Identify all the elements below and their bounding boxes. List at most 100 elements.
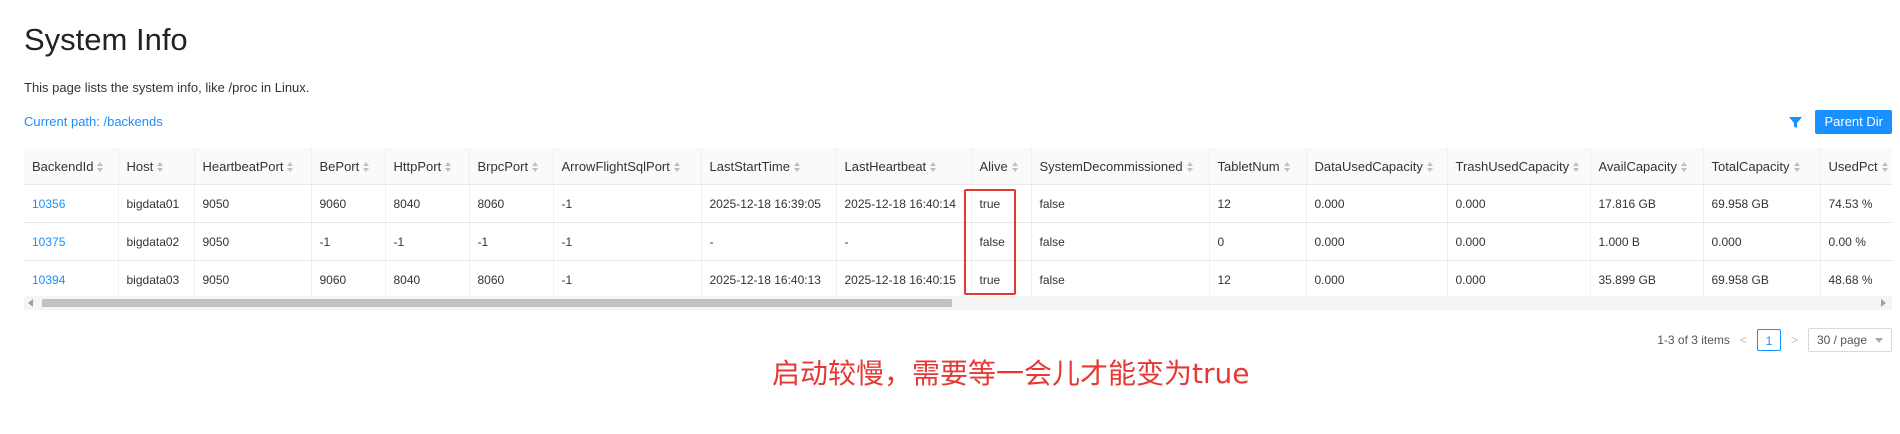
sort-icon[interactable] (157, 161, 164, 172)
table-cell: -1 (469, 222, 554, 261)
table-cell: 2025-12-18 16:39:05 (701, 184, 837, 223)
column-header[interactable]: HeartbeatPort (194, 148, 312, 185)
column-header[interactable]: TotalCapacity (1703, 148, 1821, 185)
column-header-label: UsedPct (1828, 159, 1878, 175)
table-cell: 0.000 (1447, 260, 1591, 299)
backend-id-link[interactable]: 10375 (24, 222, 119, 261)
page-size-value: 30 / page (1816, 333, 1867, 347)
table-cell: 0.000 (1447, 222, 1591, 261)
page-size-select[interactable]: 30 / page (1807, 328, 1892, 352)
sort-icon[interactable] (930, 161, 937, 172)
column-header[interactable]: TrashUsedCapacity (1447, 148, 1591, 185)
scrollbar-thumb[interactable] (42, 299, 952, 307)
table-cell: -1 (311, 222, 386, 261)
column-header[interactable]: LastHeartbeat (836, 148, 972, 185)
column-header[interactable]: BePort (311, 148, 386, 185)
table-cell: 1.000 B (1590, 222, 1704, 261)
column-header[interactable]: LastStartTime (701, 148, 837, 185)
backends-table: BackendId Host HeartbeatPort BePort HttpPort… (24, 148, 1892, 299)
current-page-button[interactable]: 1 (1756, 329, 1781, 351)
table-cell: 17.816 GB (1590, 184, 1704, 223)
column-header-label: TotalCapacity (1711, 159, 1790, 175)
table-cell: 12 (1209, 260, 1307, 299)
table-cell: bigdata01 (118, 184, 195, 223)
table-cell: 48.68 % (1820, 260, 1892, 299)
filter-icon[interactable] (1787, 114, 1803, 130)
table-cell: -1 (553, 184, 702, 223)
column-header[interactable]: SystemDecommissioned (1031, 148, 1210, 185)
table-cell: -1 (553, 260, 702, 299)
page-description: This page lists the system info, like /p… (24, 80, 310, 95)
column-header-label: LastHeartbeat (844, 159, 927, 175)
sort-icon[interactable] (1283, 161, 1290, 172)
table-cell: 8060 (469, 184, 554, 223)
table-cell: 0.000 (1306, 184, 1448, 223)
column-header-label: Host (126, 159, 154, 175)
column-header-label: HttpPort (393, 159, 442, 175)
column-header[interactable]: BrpcPort (469, 148, 554, 185)
column-header[interactable]: ArrowFlightSqlPort (553, 148, 702, 185)
table-cell: false (1031, 260, 1210, 299)
column-header[interactable]: HttpPort (385, 148, 470, 185)
sort-icon[interactable] (1186, 161, 1193, 172)
sort-icon[interactable] (1793, 161, 1800, 172)
table-cell: true (971, 184, 1032, 223)
column-header[interactable]: UsedPct (1820, 148, 1892, 185)
table-cell: 0.00 % (1820, 222, 1892, 261)
sort-icon[interactable] (673, 161, 680, 172)
sort-icon[interactable] (1573, 161, 1580, 172)
backend-id-link[interactable]: 10394 (24, 260, 119, 299)
table-cell: -1 (553, 222, 702, 261)
scroll-left-arrow-icon[interactable] (28, 299, 33, 307)
table-cell: 9060 (311, 260, 386, 299)
table-header-row: BackendId Host HeartbeatPort BePort HttpPort… (24, 148, 1892, 185)
table-cell: 0.000 (1703, 222, 1821, 261)
table-cell: -1 (385, 222, 470, 261)
column-header[interactable]: Alive (971, 148, 1032, 185)
sort-icon[interactable] (1011, 161, 1018, 172)
scroll-right-arrow-icon[interactable] (1881, 299, 1886, 307)
column-header-label: TabletNum (1217, 159, 1280, 175)
column-header[interactable]: Host (118, 148, 195, 185)
sort-icon[interactable] (793, 161, 800, 172)
toolbar: Parent Dir (1787, 110, 1892, 134)
column-header[interactable]: BackendId (24, 148, 119, 185)
sort-icon[interactable] (1681, 161, 1688, 172)
column-header-label: BePort (319, 159, 360, 175)
column-header-label: HeartbeatPort (202, 159, 284, 175)
table-cell: 0 (1209, 222, 1307, 261)
column-header[interactable]: AvailCapacity (1590, 148, 1704, 185)
table-row: 10375 bigdata02 9050 -1 -1 -1 -1- - false false 0 0… (24, 222, 1892, 261)
backend-id-link[interactable]: 10356 (24, 184, 119, 223)
column-header[interactable]: TabletNum (1209, 148, 1307, 185)
column-header-label: AvailCapacity (1598, 159, 1678, 175)
horizontal-scrollbar[interactable] (24, 296, 1892, 310)
current-path-link[interactable]: Current path: /backends (24, 114, 163, 129)
table-cell: bigdata02 (118, 222, 195, 261)
column-header-label: ArrowFlightSqlPort (561, 159, 670, 175)
table-cell: 8040 (385, 184, 470, 223)
table-cell: false (1031, 184, 1210, 223)
column-header-label: Alive (979, 159, 1008, 175)
sort-icon[interactable] (532, 161, 539, 172)
sort-icon[interactable] (1881, 161, 1888, 172)
table-cell: 8040 (385, 260, 470, 299)
sort-icon[interactable] (97, 161, 104, 172)
prev-page-icon[interactable]: < (1740, 333, 1747, 347)
pagination-summary: 1-3 of 3 items (1657, 333, 1730, 347)
sort-icon[interactable] (1426, 161, 1433, 172)
column-header-label: LastStartTime (709, 159, 790, 175)
table-cell: 8060 (469, 260, 554, 299)
column-header-label: SystemDecommissioned (1039, 159, 1183, 175)
table-cell: 9050 (194, 184, 312, 223)
column-header[interactable]: DataUsedCapacity (1306, 148, 1448, 185)
table-cell: 9060 (311, 184, 386, 223)
sort-icon[interactable] (445, 161, 452, 172)
parent-dir-button[interactable]: Parent Dir (1815, 110, 1892, 134)
next-page-icon[interactable]: > (1791, 333, 1798, 347)
table-cell: 2025-12-18 16:40:13 (701, 260, 837, 299)
sort-icon[interactable] (363, 161, 370, 172)
table-cell: - (836, 222, 972, 261)
table-cell: 74.53 % (1820, 184, 1892, 223)
sort-icon[interactable] (287, 161, 294, 172)
